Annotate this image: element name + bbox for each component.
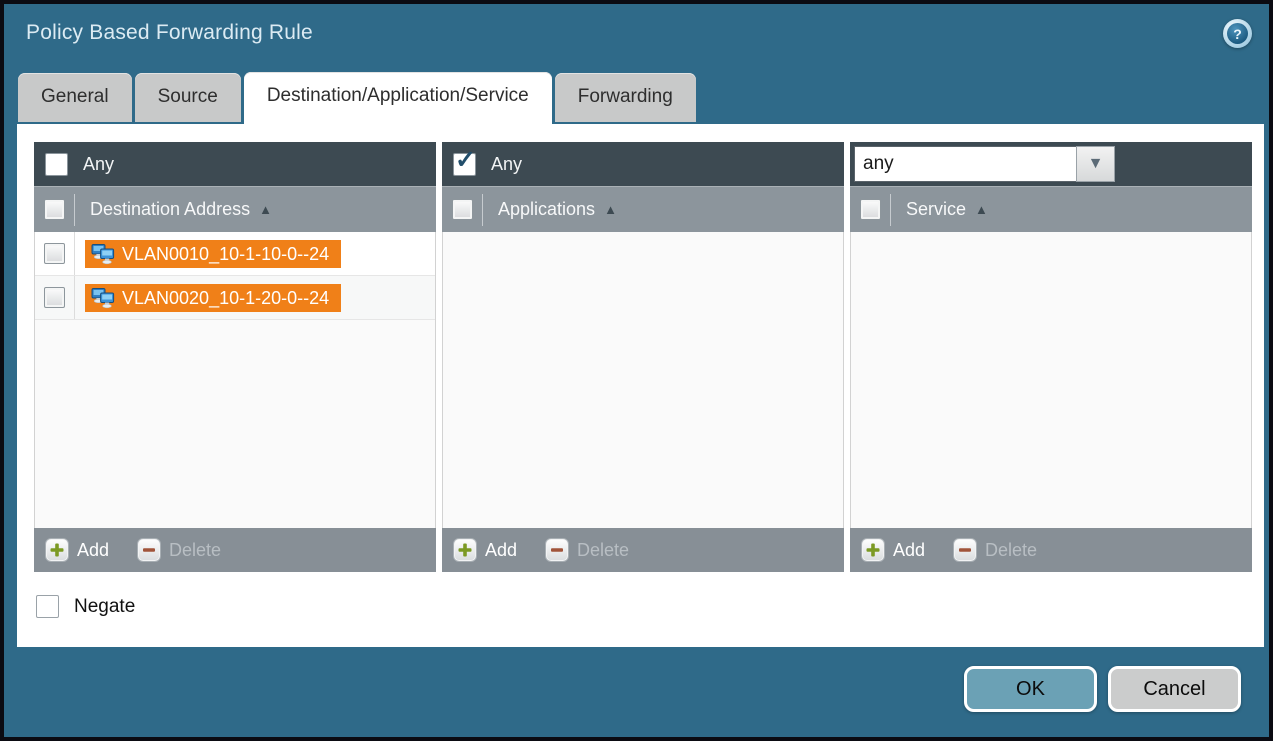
service-column-header[interactable]: Service ▲ [850, 186, 1252, 232]
destination-any-bar: ✓ Any [34, 142, 436, 186]
negate-checkbox[interactable]: ✓ [36, 595, 59, 618]
dialog-title-bar: Policy Based Forwarding Rule [4, 4, 1269, 51]
cancel-button[interactable]: Cancel [1108, 666, 1241, 712]
delete-label: Delete [169, 540, 221, 561]
destination-toolbar: Add Delete [34, 528, 436, 572]
row-checkbox-cell [35, 232, 75, 275]
minus-icon [953, 538, 977, 562]
check-icon: ✓ [455, 148, 476, 173]
minus-icon [137, 538, 161, 562]
service-dropdown[interactable]: any ▼ [854, 146, 1115, 182]
applications-header-checkbox-cell [442, 199, 482, 220]
applications-column-header[interactable]: Applications ▲ [442, 186, 844, 232]
delete-button[interactable]: Delete [953, 538, 1037, 562]
plus-icon [453, 538, 477, 562]
tab-bar: General Source Destination/Application/S… [18, 72, 696, 122]
tab-content: ✓ Any Destination Address ▲ [17, 124, 1264, 647]
negate-label: Negate [74, 596, 135, 618]
tab-forwarding[interactable]: Forwarding [555, 73, 696, 122]
sort-asc-icon: ▲ [259, 202, 272, 217]
address-object-label: VLAN0010_10-1-10-0--24 [122, 243, 329, 265]
row-checkbox[interactable] [44, 287, 65, 308]
sort-asc-icon: ▲ [604, 202, 617, 217]
help-button[interactable]: ? [1223, 19, 1252, 48]
delete-button[interactable]: Delete [137, 538, 221, 562]
panels-container: ✓ Any Destination Address ▲ [17, 124, 1264, 572]
dialog-title: Policy Based Forwarding Rule [26, 21, 313, 44]
row-checkbox[interactable] [44, 243, 65, 264]
service-panel: any ▼ Service ▲ [850, 142, 1252, 572]
add-label: Add [893, 540, 925, 561]
destination-column-label: Destination Address [75, 199, 250, 220]
dialog-actions: OK Cancel [964, 666, 1241, 712]
chevron-down-icon: ▼ [1088, 155, 1104, 173]
applications-panel: ✓ Any Applications ▲ [442, 142, 844, 572]
destination-column-header[interactable]: Destination Address ▲ [34, 186, 436, 232]
applications-select-all-checkbox[interactable] [452, 199, 473, 220]
service-select-all-checkbox[interactable] [860, 199, 881, 220]
tab-general[interactable]: General [18, 73, 132, 122]
service-column-label: Service [891, 199, 966, 220]
delete-button[interactable]: Delete [545, 538, 629, 562]
table-row[interactable]: VLAN0020_10-1-20-0--24 [35, 276, 435, 320]
add-label: Add [485, 540, 517, 561]
service-list [850, 232, 1252, 528]
plus-icon [861, 538, 885, 562]
policy-based-forwarding-dialog: Policy Based Forwarding Rule ? General S… [0, 0, 1273, 741]
delete-label: Delete [985, 540, 1037, 561]
help-icon: ? [1227, 23, 1248, 44]
destination-select-all-checkbox[interactable] [44, 199, 65, 220]
address-object-icon [91, 287, 115, 309]
applications-any-label: Any [491, 154, 522, 175]
sort-asc-icon: ▲ [975, 202, 988, 217]
applications-any-bar: ✓ Any [442, 142, 844, 186]
applications-list [442, 232, 844, 528]
destination-any-checkbox[interactable]: ✓ [45, 153, 68, 176]
address-object-tag[interactable]: VLAN0020_10-1-20-0--24 [85, 284, 341, 312]
applications-any-checkbox[interactable]: ✓ [453, 153, 476, 176]
negate-row: ✓ Negate [36, 595, 1264, 618]
service-header-checkbox-cell [850, 199, 890, 220]
address-object-label: VLAN0020_10-1-20-0--24 [122, 287, 329, 309]
ok-button[interactable]: OK [964, 666, 1097, 712]
destination-list: VLAN0010_10-1-10-0--24 [34, 232, 436, 528]
plus-icon [45, 538, 69, 562]
delete-label: Delete [577, 540, 629, 561]
tab-source[interactable]: Source [135, 73, 241, 122]
add-button[interactable]: Add [45, 538, 109, 562]
address-object-icon [91, 243, 115, 265]
destination-address-panel: ✓ Any Destination Address ▲ [34, 142, 436, 572]
applications-toolbar: Add Delete [442, 528, 844, 572]
add-label: Add [77, 540, 109, 561]
service-toolbar: Add Delete [850, 528, 1252, 572]
add-button[interactable]: Add [861, 538, 925, 562]
minus-icon [545, 538, 569, 562]
tab-destination-application-service[interactable]: Destination/Application/Service [244, 72, 552, 125]
address-object-tag[interactable]: VLAN0010_10-1-10-0--24 [85, 240, 341, 268]
service-dropdown-bar: any ▼ [850, 142, 1252, 186]
destination-header-checkbox-cell [34, 199, 74, 220]
row-checkbox-cell [35, 276, 75, 319]
add-button[interactable]: Add [453, 538, 517, 562]
table-row[interactable]: VLAN0010_10-1-10-0--24 [35, 232, 435, 276]
applications-column-label: Applications [483, 199, 595, 220]
service-dropdown-button[interactable]: ▼ [1076, 146, 1115, 182]
service-dropdown-value: any [854, 146, 1076, 182]
destination-any-label: Any [83, 154, 114, 175]
